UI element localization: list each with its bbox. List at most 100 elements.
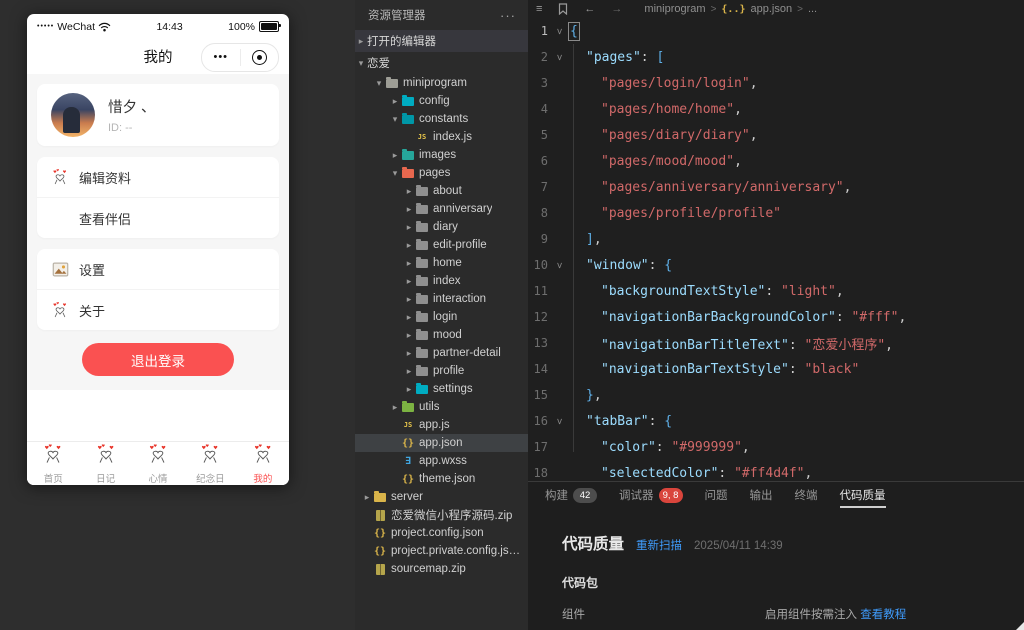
code-line-13[interactable]: 13 "navigationBarTitleText": "恋爱小程序", — [528, 330, 1024, 356]
panel-tab-调试器[interactable]: 调试器 9, 8 — [619, 482, 683, 508]
breadcrumb-folder[interactable]: miniprogram — [644, 3, 705, 15]
chevron-down-icon: ▾ — [376, 77, 382, 88]
code-quality-rows: 组件启用组件按需注入 查看教程图片和音频资源图片和音频资源大小应不超过 200 … — [562, 606, 1024, 630]
wechat-devtools-window: ••••• WeChat 14:43 100% 我的 ••• 惜夕 、 ID: … — [0, 0, 1024, 630]
tree-item-theme.json[interactable]: {} theme.json — [355, 470, 528, 488]
menu-item-设置[interactable]: 设置 — [37, 249, 279, 289]
tabbar-item-我的[interactable]: 我的 — [237, 442, 289, 485]
avatar[interactable] — [51, 93, 95, 137]
tree-item-app.wxss[interactable]: ∃ app.wxss — [355, 452, 528, 470]
tree-item-label: interaction — [433, 293, 487, 305]
tree-item-edit-profile[interactable]: ▸ edit-profile — [355, 236, 528, 254]
view-tutorial-link[interactable]: 查看教程 — [860, 609, 906, 621]
tree-item-home[interactable]: ▸ home — [355, 254, 528, 272]
code-line-10[interactable]: 10 > "window": { — [528, 252, 1024, 278]
menu-icon[interactable]: ≡ — [528, 3, 550, 15]
bookmark-icon[interactable] — [558, 3, 568, 15]
tree-item-interaction[interactable]: ▸ interaction — [355, 290, 528, 308]
fold-chevron-icon[interactable]: > — [548, 52, 570, 63]
code-line-3[interactable]: 3 "pages/login/login", — [528, 70, 1024, 96]
panel-tab-输出[interactable]: 输出 — [750, 482, 773, 508]
tabbar-item-纪念日[interactable]: 纪念日 — [184, 442, 236, 485]
panel-tab-代码质量[interactable]: 代码质量 — [839, 482, 886, 508]
panel-tab-label: 输出 — [749, 490, 773, 502]
code-line-8[interactable]: 8 "pages/profile/profile" — [528, 200, 1024, 226]
code-text: "pages": [ — [586, 49, 665, 65]
tree-item-mood[interactable]: ▸ mood — [355, 326, 528, 344]
code-line-9[interactable]: 9], — [528, 226, 1024, 252]
more-button[interactable]: ••• — [202, 44, 240, 71]
code-line-7[interactable]: 7 "pages/anniversary/anniversary", — [528, 174, 1024, 200]
tree-item-images[interactable]: ▸ images — [355, 146, 528, 164]
phone-simulator: ••••• WeChat 14:43 100% 我的 ••• 惜夕 、 ID: … — [27, 14, 289, 485]
menu-item-label: 编辑资料 — [79, 170, 132, 186]
panel-tab-终端[interactable]: 终端 — [795, 482, 818, 508]
rescan-link[interactable]: 重新扫描 — [636, 537, 682, 553]
code-line-15[interactable]: 15}, — [528, 382, 1024, 408]
tree-item-login[interactable]: ▸ login — [355, 308, 528, 326]
tree-item-project.config.json[interactable]: {} project.config.json — [355, 524, 528, 542]
open-editors-section[interactable]: ▸ 打开的编辑器 — [355, 30, 528, 52]
project-name-label: 恋爱 — [367, 58, 390, 70]
tree-item-settings[interactable]: ▸ settings — [355, 380, 528, 398]
menu-item-编辑资料[interactable]: 编辑资料 — [37, 157, 279, 197]
resize-grip[interactable] — [1015, 622, 1024, 630]
tree-item-constants[interactable]: ▾ constants — [355, 110, 528, 128]
code-line-5[interactable]: 5 "pages/diary/diary", — [528, 122, 1024, 148]
zip-file-icon — [373, 509, 387, 521]
tree-item-project.private.config.js…[interactable]: {} project.private.config.js… — [355, 542, 528, 560]
tree-item-anniversary[interactable]: ▸ anniversary — [355, 200, 528, 218]
back-arrow-icon[interactable]: ← — [576, 3, 603, 15]
fold-chevron-icon[interactable]: > — [548, 416, 570, 427]
panel-tab-构建[interactable]: 构建 42 — [545, 482, 597, 508]
explorer-more-icon[interactable]: ··· — [500, 8, 516, 23]
tree-item-pages[interactable]: ▾ pages — [355, 164, 528, 182]
code-text: "backgroundTextStyle": "light", — [601, 283, 844, 299]
logout-button[interactable]: 退出登录 — [82, 343, 234, 376]
code-area[interactable]: 1 >{2 > "pages": [3 "pages/login/login", 4 "pa… — [528, 18, 1024, 481]
code-line-12[interactable]: 12 "navigationBarBackgroundColor": "#fff"… — [528, 304, 1024, 330]
tabbar-item-日记[interactable]: 日记 — [79, 442, 131, 485]
tree-item-index.js[interactable]: JS index.js — [355, 128, 528, 146]
tree-item-sourcemap.zip[interactable]: sourcemap.zip — [355, 560, 528, 578]
code-line-4[interactable]: 4 "pages/home/home", — [528, 96, 1024, 122]
code-line-14[interactable]: 14 "navigationBarTextStyle": "black" — [528, 356, 1024, 382]
breadcrumb-symbol[interactable]: ... — [808, 3, 817, 15]
tree-item-app.json[interactable]: {} app.json — [355, 434, 528, 452]
quality-row-组件: 组件 启用组件按需注入 查看教程 — [562, 606, 1024, 622]
menu-item-查看伴侣[interactable]: 查看伴侣 — [37, 197, 279, 238]
menu-item-关于[interactable]: 关于 — [37, 289, 279, 330]
tree-item-about[interactable]: ▸ about — [355, 182, 528, 200]
tree-item-diary[interactable]: ▸ diary — [355, 218, 528, 236]
tree-item-config[interactable]: ▸ config — [355, 92, 528, 110]
tree-item-恋爱微信小程序源码.zip[interactable]: 恋爱微信小程序源码.zip — [355, 506, 528, 524]
project-root-section[interactable]: ▾ 恋爱 — [355, 52, 528, 74]
tree-item-profile[interactable]: ▸ profile — [355, 362, 528, 380]
code-line-6[interactable]: 6 "pages/mood/mood", — [528, 148, 1024, 174]
tree-item-miniprogram[interactable]: ▾ miniprogram — [355, 74, 528, 92]
close-record-button[interactable] — [241, 50, 279, 65]
code-line-16[interactable]: 16 > "tabBar": { — [528, 408, 1024, 434]
tree-item-partner-detail[interactable]: ▸ partner-detail — [355, 344, 528, 362]
forward-arrow-icon[interactable]: → — [603, 3, 630, 15]
code-line-11[interactable]: 11 "backgroundTextStyle": "light", — [528, 278, 1024, 304]
hands-heart-icon — [147, 443, 169, 470]
fold-chevron-icon[interactable]: > — [548, 260, 570, 271]
code-line-2[interactable]: 2 > "pages": [ — [528, 44, 1024, 70]
code-line-17[interactable]: 17 "color": "#999999", — [528, 434, 1024, 460]
panel-tab-问题[interactable]: 问题 — [705, 482, 728, 508]
tree-item-server[interactable]: ▸ server — [355, 488, 528, 506]
code-line-1[interactable]: 1 >{ — [528, 18, 1024, 44]
code-line-18[interactable]: 18 "selectedColor": "#ff4d4f", — [528, 460, 1024, 481]
tabbar-item-心情[interactable]: 心情 — [132, 442, 184, 485]
tree-item-utils[interactable]: ▸ utils — [355, 398, 528, 416]
tabbar-item-首页[interactable]: 首页 — [27, 442, 79, 485]
error-count-badge: 9, 8 — [658, 487, 683, 503]
fold-chevron-icon[interactable]: > — [548, 26, 570, 37]
code-editor: ≡ ← → miniprogram > {..} app.json > ... … — [528, 0, 1024, 481]
breadcrumb-file[interactable]: app.json — [751, 3, 793, 15]
panel-tab-label: 问题 — [704, 490, 728, 502]
tree-item-index[interactable]: ▸ index — [355, 272, 528, 290]
tree-item-app.js[interactable]: JS app.js — [355, 416, 528, 434]
user-profile-card[interactable]: 惜夕 、 ID: -- — [37, 84, 279, 146]
